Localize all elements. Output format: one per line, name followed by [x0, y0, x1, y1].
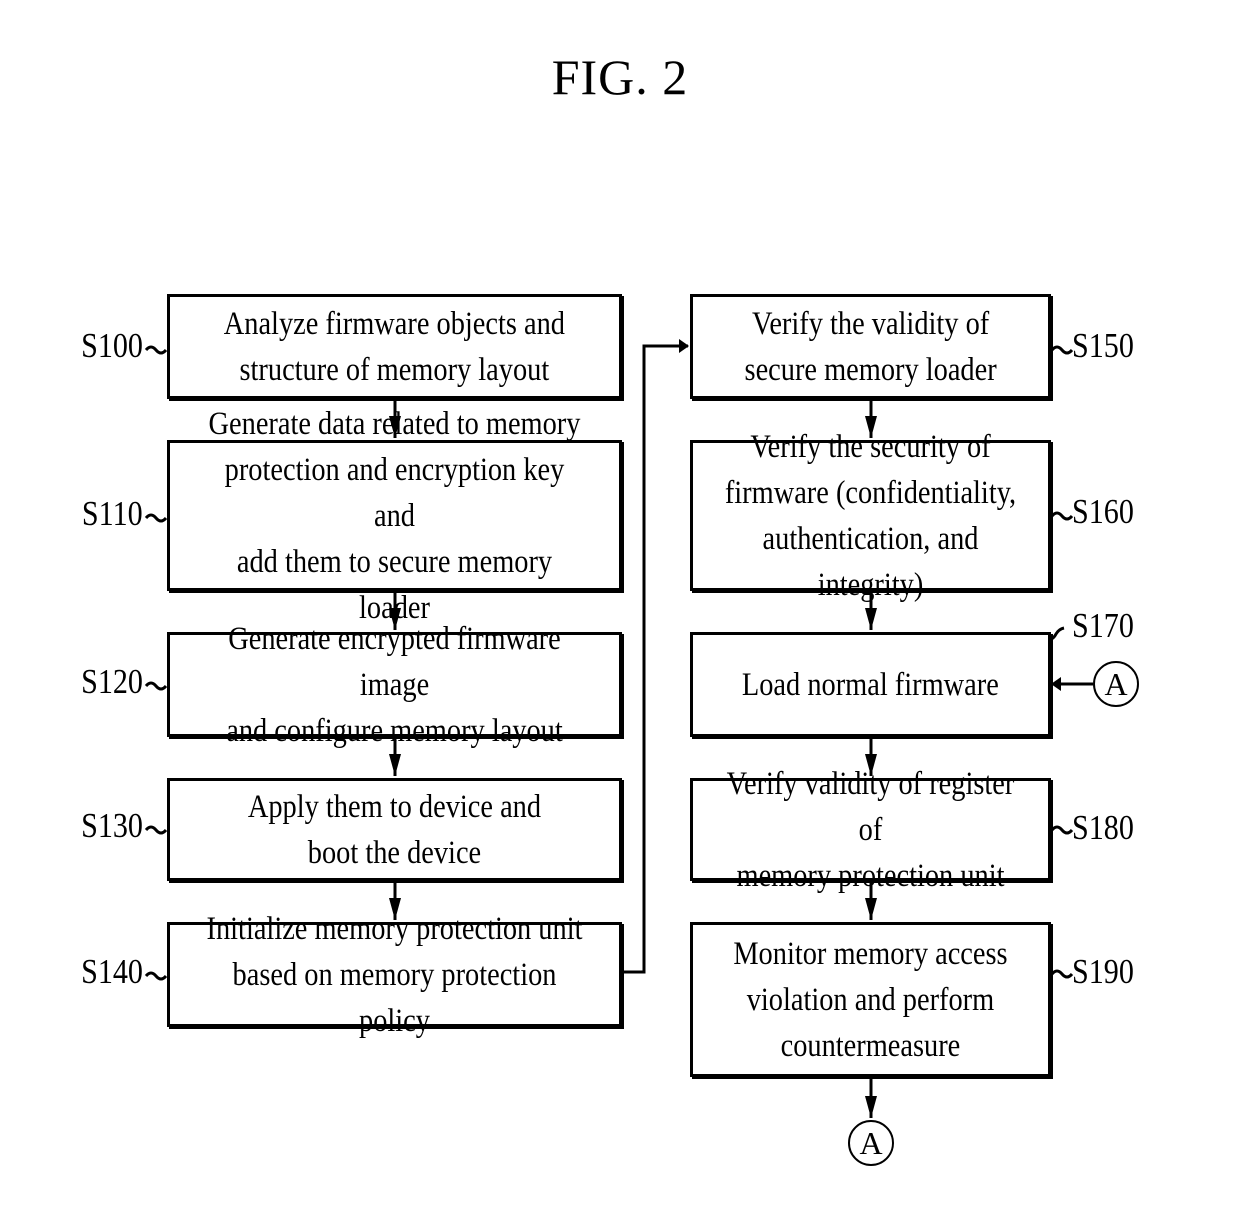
step-label-s180: S180: [1072, 808, 1134, 847]
connector-a-in: A: [1093, 661, 1139, 707]
step-label-s170: S170: [1072, 606, 1134, 645]
step-label-s150: S150: [1072, 326, 1134, 365]
arrow-s140-s150: [622, 339, 689, 974]
step-label-s160: S160: [1072, 492, 1134, 531]
leader-s140: [144, 971, 168, 981]
connector-label: A: [1104, 665, 1128, 702]
step-text: Generate encrypted firmware image and co…: [226, 620, 563, 749]
leader-s180: [1050, 825, 1074, 835]
leader-s190: [1050, 969, 1074, 979]
step-box-s120: Generate encrypted firmware image and co…: [167, 621, 622, 749]
step-text: Verify the validity of secure memory loa…: [744, 305, 997, 388]
connector-label: A: [859, 1124, 883, 1161]
step-text: Analyze firmware objects and structure o…: [223, 305, 566, 388]
step-text: Load normal firmware: [742, 666, 999, 703]
leader-s100: [144, 345, 168, 355]
leader-s110: [144, 513, 168, 523]
step-box-s160: Verify the security of firmware (confide…: [690, 429, 1051, 603]
leader-s170: [1049, 626, 1065, 642]
step-text: Monitor memory access violation and perf…: [733, 935, 1008, 1064]
flow-arrows: [144, 339, 1093, 1118]
step-text: Verify validity of register of memory pr…: [726, 765, 1015, 894]
step-text: Verify the security of firmware (confide…: [724, 428, 1017, 603]
step-label-s130: S130: [81, 806, 143, 845]
step-text: Apply them to device and boot the device: [247, 788, 542, 871]
step-box-s140: Initialize memory protection unit based …: [167, 911, 622, 1039]
step-label-s140: S140: [81, 952, 143, 991]
step-box-s170: Load normal firmware: [690, 632, 1051, 737]
step-text: Generate data related to memory protecti…: [208, 405, 581, 626]
step-box-s130: Apply them to device and boot the device: [167, 778, 622, 881]
step-box-s180: Verify validity of register of memory pr…: [690, 766, 1051, 894]
leader-s130: [144, 825, 168, 835]
step-box-s150: Verify the validity of secure memory loa…: [690, 294, 1051, 399]
leader-s120: [144, 681, 168, 691]
step-box-s190: Monitor memory access violation and perf…: [690, 922, 1051, 1077]
step-label-s100: S100: [81, 326, 143, 365]
step-label-s120: S120: [81, 662, 143, 701]
step-label-s190: S190: [1072, 952, 1134, 991]
leader-s160: [1050, 511, 1074, 521]
step-label-s110: S110: [82, 494, 143, 533]
step-box-s110: Generate data related to memory protecti…: [167, 406, 622, 626]
leader-s150: [1050, 345, 1074, 355]
step-text: Initialize memory protection unit based …: [206, 910, 583, 1039]
step-box-s100: Analyze firmware objects and structure o…: [167, 294, 622, 399]
connector-a-out: A: [848, 1120, 894, 1166]
